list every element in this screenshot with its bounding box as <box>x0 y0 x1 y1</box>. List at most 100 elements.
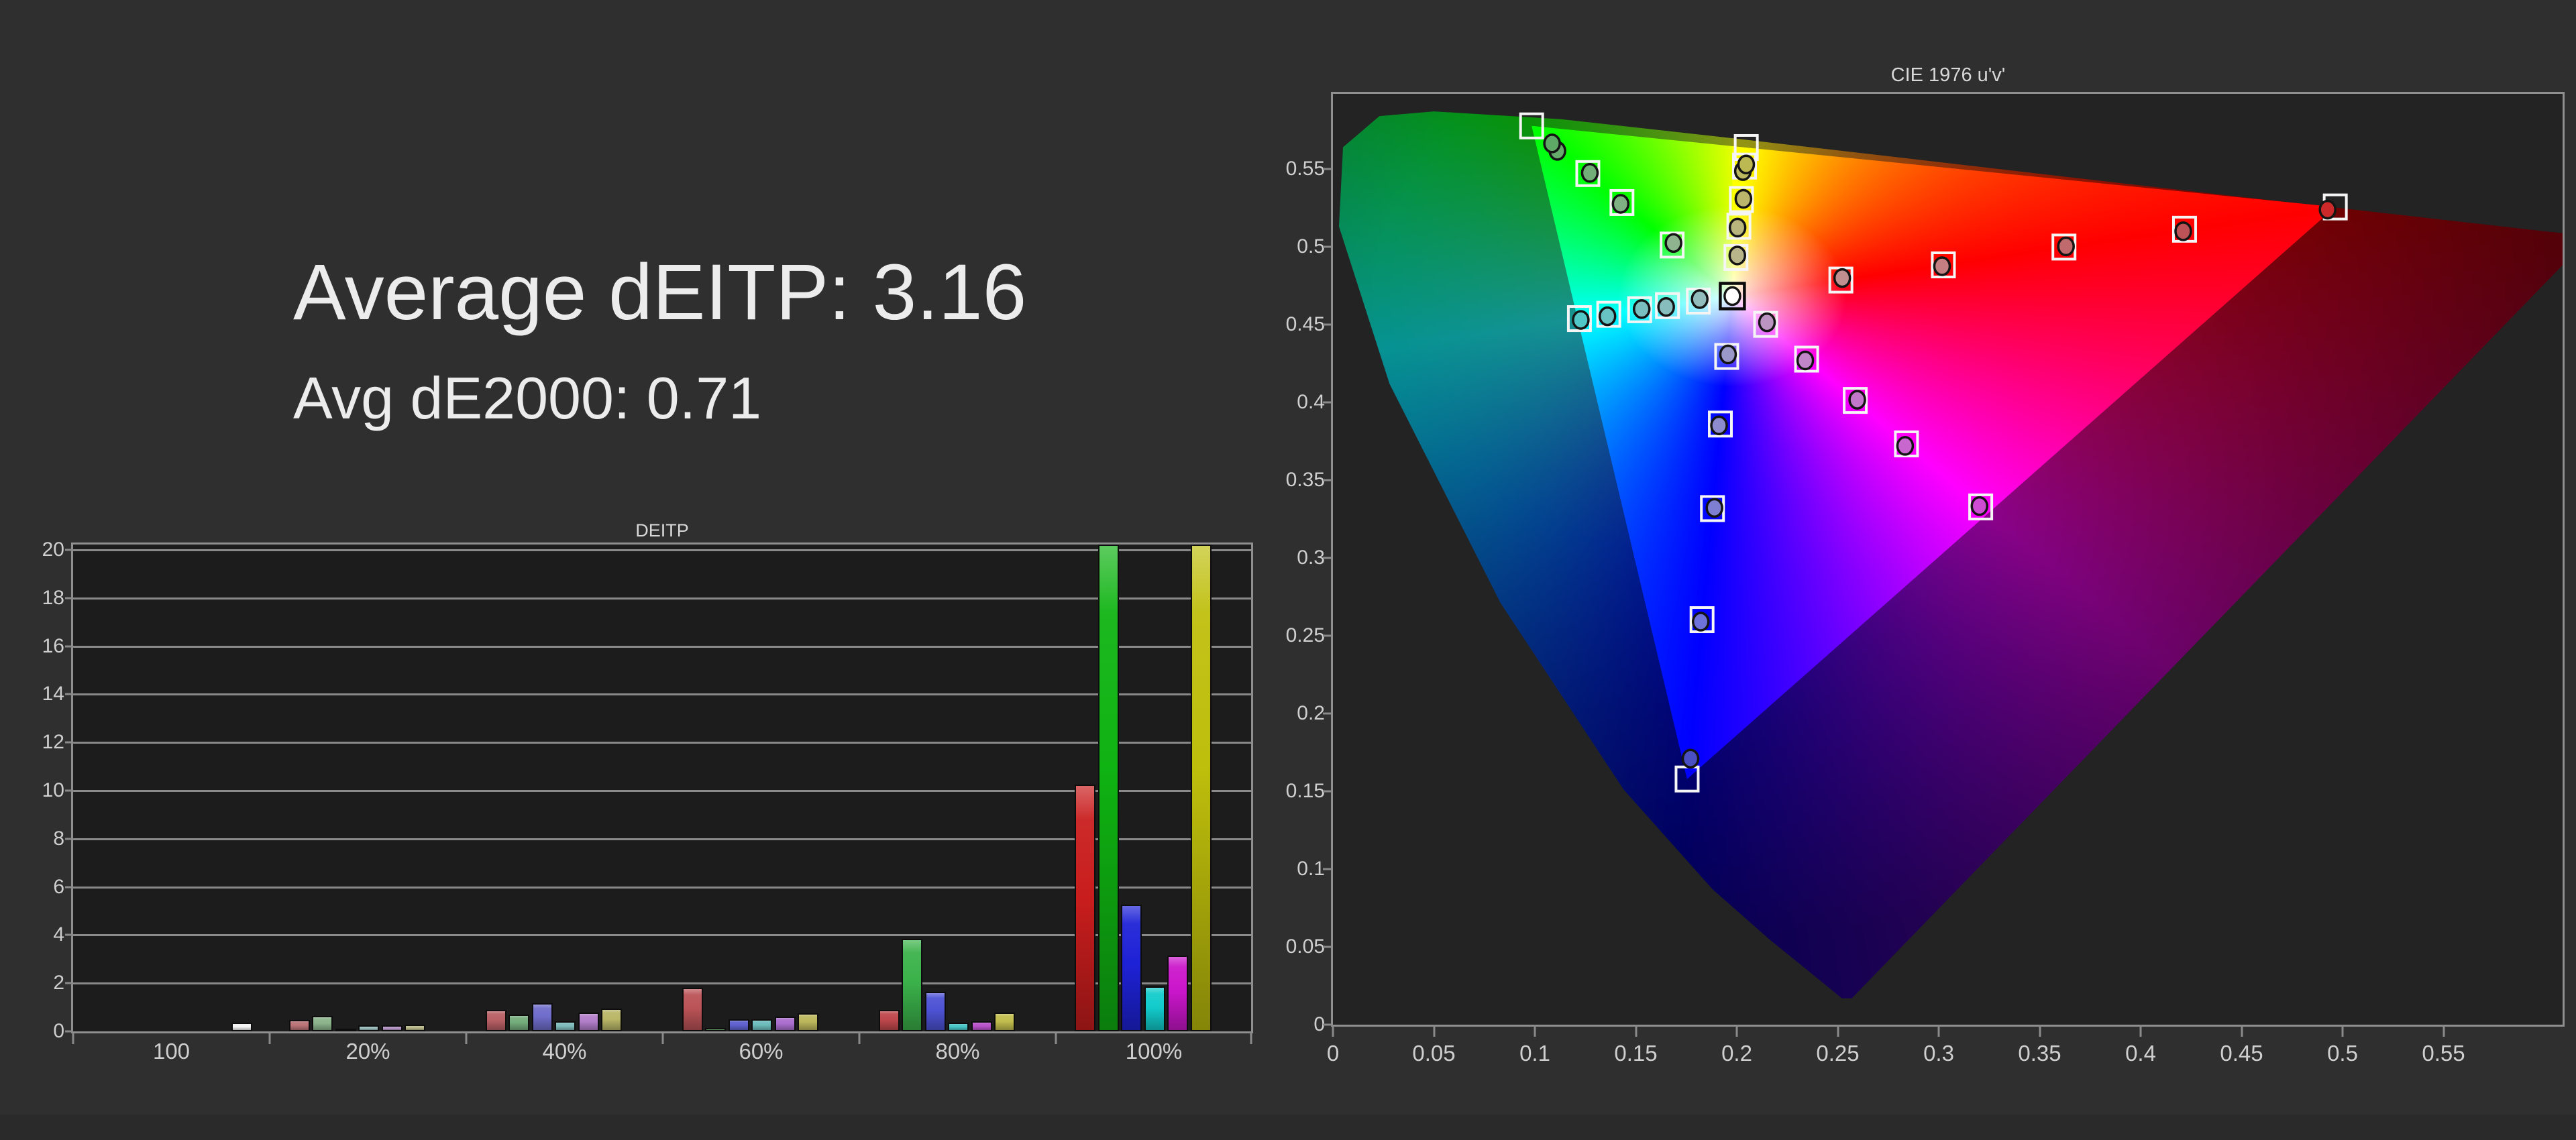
bar-green <box>705 1028 726 1031</box>
cie-y-axis-tick <box>1323 557 1331 559</box>
cie-diagram-plot-area <box>1331 92 2565 1027</box>
x-axis-tick <box>1250 1033 1252 1044</box>
cie-x-axis-label: 0 <box>1327 1041 1339 1066</box>
bar-cyan <box>1144 986 1165 1031</box>
x-axis-tick <box>859 1033 861 1044</box>
measured-circle-cyan <box>1634 300 1650 318</box>
bar-magenta <box>971 1021 992 1031</box>
x-axis-category-label: 100 <box>153 1039 190 1064</box>
deitp-bar-chart-plot-area <box>71 543 1253 1033</box>
y-axis-label: 0 <box>17 1020 64 1043</box>
cie-y-axis-label: 0.25 <box>1278 624 1325 647</box>
calibration-report-page: { "summary": { "avg_deitp_label": "Avera… <box>0 0 2576 1140</box>
bar-green <box>312 1016 333 1031</box>
bar-yellow <box>601 1009 622 1031</box>
grid-line <box>73 693 1251 695</box>
x-axis-category-label: 60% <box>739 1039 783 1064</box>
measured-circle-green <box>1666 234 1681 251</box>
measured-circle-blue <box>1693 613 1709 630</box>
cie-x-axis-label: 0.1 <box>1519 1041 1550 1066</box>
measured-circle-red <box>1835 270 1850 287</box>
bar-cyan <box>555 1021 576 1031</box>
cie-x-axis-label: 0.55 <box>2422 1041 2465 1066</box>
cie-y-axis-tick <box>1323 713 1331 715</box>
cie-y-axis-tick <box>1323 246 1331 248</box>
y-axis-label: 20 <box>17 538 64 561</box>
measured-circle-yellow <box>1738 156 1754 173</box>
measured-circle-red <box>2176 223 2191 240</box>
measured-circle-blue <box>1707 499 1722 516</box>
cie-y-axis-tick <box>1323 479 1331 481</box>
cie-x-axis-label: 0.5 <box>2327 1041 2358 1066</box>
y-axis-label: 6 <box>17 876 64 899</box>
cie-y-axis-tick <box>1323 324 1331 326</box>
cie-y-axis-label: 0.55 <box>1278 158 1325 180</box>
bar-blue <box>335 1029 356 1032</box>
bar-red <box>879 1010 900 1032</box>
cie-x-axis-label: 0.35 <box>2018 1041 2061 1066</box>
cie-y-axis-tick <box>1323 168 1331 170</box>
cie-chart-title: CIE 1976 u'v' <box>1891 64 2006 87</box>
cie-y-axis-tick <box>1323 946 1331 948</box>
bar-green <box>1098 545 1119 1031</box>
x-axis-tick <box>72 1033 74 1044</box>
x-axis-category-label: 40% <box>542 1039 586 1064</box>
bar-green <box>902 939 922 1031</box>
cie-x-axis-label: 0.15 <box>1614 1041 1657 1066</box>
bar-red <box>682 988 703 1031</box>
bar-yellow <box>994 1013 1015 1031</box>
measured-circle-green <box>1582 164 1597 182</box>
bar-red <box>1075 785 1095 1031</box>
cie-x-axis-label: 0.3 <box>1923 1041 1954 1066</box>
x-axis-tick <box>1055 1033 1057 1044</box>
average-de2000-value: Avg dE2000: 0.71 <box>293 364 761 433</box>
grid-line <box>73 742 1251 744</box>
measured-circle-cyan <box>1600 308 1615 325</box>
cie-x-axis-label: 0.25 <box>1816 1041 1859 1066</box>
measured-circle-green <box>1544 135 1560 152</box>
measured-circle-magenta <box>1759 314 1774 331</box>
bar-magenta <box>775 1017 796 1031</box>
cie-y-axis-tick <box>1323 1024 1331 1026</box>
cie-y-axis-tick <box>1323 402 1331 404</box>
bar-blue <box>925 992 946 1031</box>
measured-circle-magenta <box>1897 437 1913 455</box>
cie-y-axis-tick <box>1323 635 1331 637</box>
x-axis-tick <box>269 1033 271 1044</box>
measured-circle-yellow <box>1729 247 1745 264</box>
cie-x-axis-label: 0.4 <box>2125 1041 2156 1066</box>
measured-circle-red <box>2058 237 2074 255</box>
bar-white <box>231 1023 252 1031</box>
x-axis-category-label: 80% <box>935 1039 979 1064</box>
white-point-circle <box>1725 288 1740 305</box>
bar-yellow <box>1191 545 1212 1031</box>
cie-y-axis-label: 0.4 <box>1278 391 1325 414</box>
cie-y-axis-label: 0.35 <box>1278 469 1325 492</box>
y-axis-label: 14 <box>17 683 64 705</box>
bar-cyan <box>751 1019 772 1031</box>
cie-x-axis-label: 0.2 <box>1721 1041 1752 1066</box>
measured-circle-yellow <box>1730 219 1746 236</box>
measured-circle-blue <box>1711 416 1727 434</box>
bar-blue <box>1121 905 1142 1031</box>
bar-cyan <box>948 1023 969 1031</box>
measured-circle-cyan <box>1573 311 1589 329</box>
cie-y-axis-label: 0.3 <box>1278 547 1325 569</box>
y-axis-label: 4 <box>17 923 64 946</box>
grid-line <box>73 597 1251 600</box>
bar-cyan <box>358 1025 379 1031</box>
target-square-green <box>1521 114 1543 138</box>
grid-line <box>73 549 1251 551</box>
bar-green <box>508 1015 529 1031</box>
measured-circle-cyan <box>1692 290 1707 308</box>
grid-line <box>73 646 1251 648</box>
x-axis-tick <box>466 1033 468 1044</box>
target-square-blue <box>1676 767 1698 791</box>
cie-y-axis-label: 0.45 <box>1278 313 1325 336</box>
x-axis-category-label: 20% <box>345 1039 390 1064</box>
measured-circle-magenta <box>1972 498 1987 515</box>
cie-y-axis-tick <box>1323 868 1331 870</box>
measured-circle-red <box>2320 201 2335 219</box>
cie-y-axis-label: 0.05 <box>1278 935 1325 958</box>
cie-y-axis-label: 0.1 <box>1278 858 1325 880</box>
